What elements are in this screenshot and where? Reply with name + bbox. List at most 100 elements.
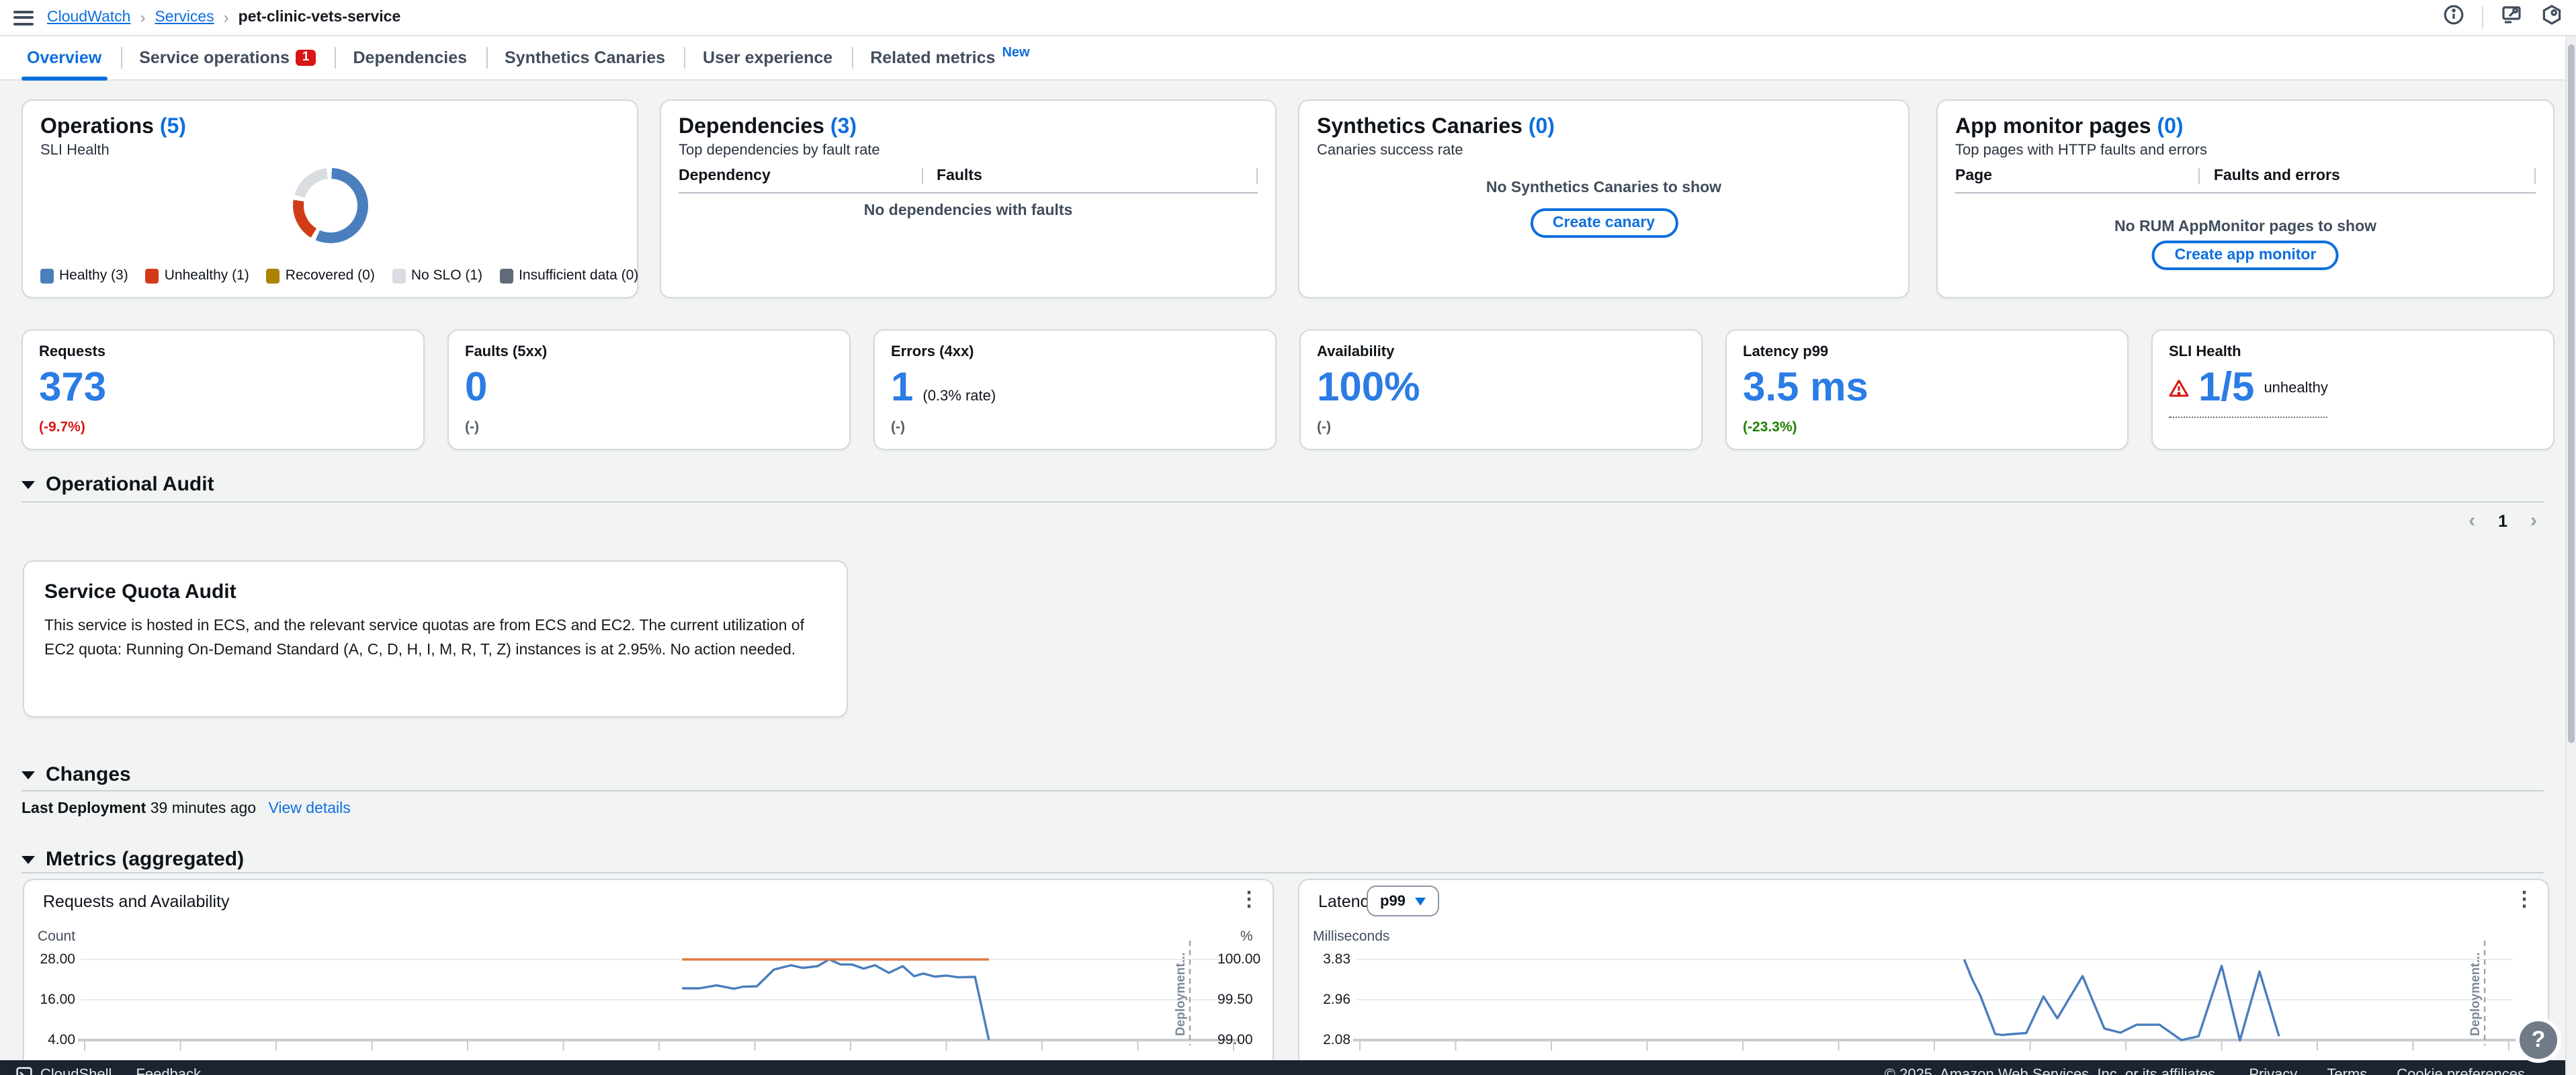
changes-title: Changes — [46, 763, 131, 786]
collapse-caret-icon — [22, 481, 35, 489]
terms-link[interactable]: Terms — [2327, 1067, 2367, 1075]
kpi-faults-card: Faults (5xx) 0 (-) — [447, 329, 851, 450]
kpi-requests-card: Requests 373 (-9.7%) — [22, 329, 425, 450]
legend-swatch — [146, 268, 159, 283]
y-axis-label-left: Milliseconds — [1313, 929, 1389, 945]
tab-related-metrics[interactable]: Related metrics New — [851, 36, 1048, 79]
cloudshell-button[interactable]: CloudShell — [16, 1067, 112, 1075]
diagnostics-tools-icon[interactable] — [2501, 3, 2524, 32]
tab-related-metrics-label: Related metrics — [870, 48, 995, 67]
legend-label: No SLO (1) — [411, 267, 482, 284]
dependencies-count[interactable]: (3) — [830, 116, 857, 138]
kpi-errors-delta: (-) — [891, 419, 905, 435]
legend-item: Insufficient data (0) — [500, 267, 638, 284]
column-divider — [2534, 168, 2536, 184]
breadcrumb-services[interactable]: Services — [155, 9, 214, 26]
kpi-value-text: 0 — [465, 366, 487, 411]
dependencies-empty-state: No dependencies with faults — [661, 203, 1275, 219]
operations-card: Operations (5) SLI Health Healthy (3) Un… — [22, 99, 638, 298]
tab-synthetics-canaries[interactable]: Synthetics Canaries — [486, 36, 684, 79]
y-tick-label: 2.08 — [1302, 1032, 1350, 1048]
terminal-icon — [16, 1067, 32, 1075]
changes-section-header[interactable]: Changes — [22, 763, 131, 786]
cookie-preferences-link[interactable]: Cookie preferences — [2397, 1067, 2525, 1075]
column-dependency[interactable]: Dependency — [679, 168, 922, 184]
kpi-errors-label: Errors (4xx) — [875, 331, 1275, 360]
y-axis-label-right: % — [1240, 929, 1253, 945]
tab-overview[interactable]: Overview — [8, 36, 120, 79]
last-deployment-row: Last Deployment 39 minutes ago View deta… — [22, 801, 351, 817]
kpi-sli-health-card: SLI Health 1/5 unhealthy — [2151, 329, 2554, 450]
operations-count[interactable]: (5) — [160, 116, 186, 138]
create-canary-button[interactable]: Create canary — [1530, 208, 1678, 238]
kpi-latency-value: 3.5 ms — [1743, 366, 1869, 411]
tab-overview-label: Overview — [27, 48, 101, 67]
privacy-link[interactable]: Privacy — [2249, 1067, 2297, 1075]
legend-swatch — [392, 268, 406, 283]
create-app-monitor-button[interactable]: Create app monitor — [2152, 241, 2339, 270]
hamburger-menu-icon[interactable] — [13, 10, 34, 25]
requests-availability-chart[interactable]: 09:0009:0509:1009:1509:2009:2509:3009:35… — [24, 880, 1273, 1075]
warning-triangle-icon — [2169, 379, 2189, 398]
dependencies-card-title: Dependencies (3) — [661, 101, 1275, 140]
pagination: ‹ 1 › — [2468, 511, 2537, 531]
y-tick-label: 2.96 — [1302, 992, 1350, 1008]
tab-dependencies[interactable]: Dependencies — [335, 36, 486, 79]
tab-synthetics-canaries-label: Synthetics Canaries — [505, 48, 665, 67]
app-monitor-pages-card: App monitor pages (0) Top pages with HTT… — [1936, 99, 2554, 298]
app-monitor-empty-state: No RUM AppMonitor pages to show — [1938, 219, 2553, 235]
last-deployment-time: 39 minutes ago — [151, 801, 256, 817]
tab-service-operations[interactable]: Service operations 1 — [120, 36, 334, 79]
app-monitor-table-header: Page Faults and errors — [1955, 168, 2536, 194]
synthetics-empty-state: No Synthetics Canaries to show — [1299, 180, 1908, 196]
latency-chart[interactable]: 09:0009:0509:1009:1509:2009:2509:3009:35… — [1299, 880, 2548, 1075]
page-scrollbar[interactable] — [2565, 36, 2576, 1075]
sli-health-value-group[interactable]: 1/5 unhealthy — [2169, 368, 2328, 418]
tab-user-experience[interactable]: User experience — [684, 36, 851, 79]
kpi-availability-card: Availability 100% (-) — [1299, 329, 1703, 450]
collapse-caret-icon — [22, 771, 35, 779]
next-page-icon[interactable]: › — [2530, 511, 2537, 531]
scrollbar-thumb[interactable] — [2568, 44, 2575, 743]
legend-item: Recovered (0) — [267, 267, 375, 284]
legend-swatch — [267, 268, 280, 283]
kpi-value-text: 373 — [39, 366, 106, 411]
dependencies-card: Dependencies (3) Top dependencies by fau… — [660, 99, 1277, 298]
column-faults-errors[interactable]: Faults and errors — [2199, 168, 2534, 184]
kpi-requests-value: 373 — [39, 366, 106, 411]
column-divider — [1256, 168, 1258, 184]
column-faults[interactable]: Faults — [922, 168, 1256, 184]
legend-item: Healthy (3) — [40, 267, 128, 284]
deployment-marker-label: Deployment... — [1174, 952, 1188, 1036]
dependencies-subtitle: Top dependencies by fault rate — [661, 140, 1275, 159]
page: CloudWatch › Services › pet-clinic-vets-… — [0, 0, 2576, 1075]
legend-label: Recovered (0) — [286, 267, 375, 284]
console-footer: CloudShell Feedback © 2025, Amazon Web S… — [0, 1060, 2576, 1075]
app-monitor-count[interactable]: (0) — [2157, 116, 2183, 138]
operations-subtitle: SLI Health — [23, 140, 637, 159]
sli-health-ratio: 1/5 — [2198, 368, 2254, 408]
metrics-section-header[interactable]: Metrics (aggregated) — [22, 848, 244, 871]
deployment-marker-label: Deployment... — [2468, 952, 2483, 1036]
operational-audit-section-header[interactable]: Operational Audit — [22, 473, 214, 496]
kpi-errors-value: 1 (0.3% rate) — [891, 366, 996, 411]
previous-page-icon[interactable]: ‹ — [2468, 511, 2475, 531]
feedback-button[interactable]: Feedback — [136, 1067, 201, 1075]
info-icon[interactable] — [2443, 3, 2464, 32]
copyright-text: © 2025, Amazon Web Services, Inc. or its… — [1885, 1067, 2219, 1075]
view-details-link[interactable]: View details — [268, 801, 350, 817]
app-monitor-title-text: App monitor pages — [1955, 116, 2151, 138]
settings-hexagon-icon[interactable] — [2541, 3, 2563, 32]
synthetics-count[interactable]: (0) — [1529, 116, 1555, 138]
sli-health-status: unhealthy — [2264, 380, 2327, 396]
kpi-availability-label: Availability — [1301, 331, 1701, 360]
page-number[interactable]: 1 — [2498, 511, 2507, 530]
y-tick-label: 99.50 — [1217, 992, 1266, 1008]
column-page[interactable]: Page — [1955, 168, 2199, 184]
last-deployment-label: Last Deployment — [22, 801, 146, 817]
sli-health-donut-chart[interactable] — [293, 168, 368, 243]
help-button[interactable]: ? — [2516, 1017, 2561, 1063]
breadcrumb-cloudwatch[interactable]: CloudWatch — [47, 9, 130, 26]
synthetics-subtitle: Canaries success rate — [1299, 140, 1908, 159]
topbar-icons — [2443, 3, 2563, 32]
